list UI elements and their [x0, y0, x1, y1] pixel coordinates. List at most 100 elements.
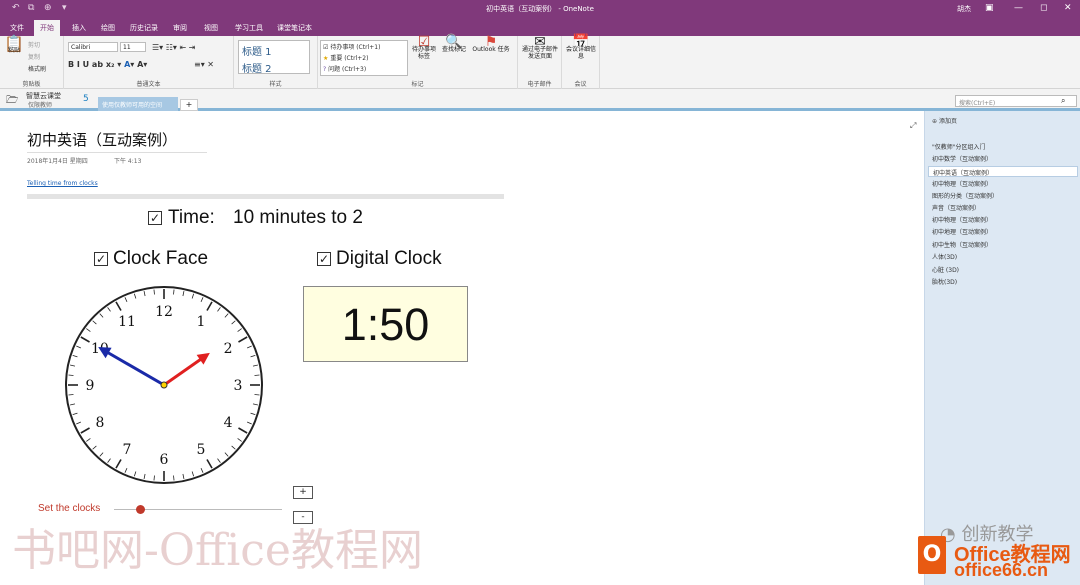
digital-clock: 1:50	[303, 286, 468, 362]
flag-icon: ⚑	[484, 34, 498, 50]
page-item[interactable]: 心脏 (3D)	[932, 265, 959, 274]
clock-number: 1	[197, 314, 206, 330]
notebook-sub: 仅限教师	[28, 102, 53, 109]
tab-file[interactable]: 文件	[10, 23, 24, 33]
clock-tick	[173, 475, 175, 481]
paste-label: 粘贴	[7, 47, 20, 54]
tags-list[interactable]: ☑ 待办事项 (Ctrl+1) ★ 重要 (Ctrl+2) ? 问题 (Ctrl…	[320, 40, 408, 76]
page-item[interactable]: 图形的分类（互动案例）	[932, 191, 998, 200]
clock-tick	[153, 475, 155, 481]
envelope-icon: ✉	[534, 34, 546, 50]
tab-insert[interactable]: 插入	[72, 23, 86, 33]
maximize-button[interactable]: ◻	[1040, 3, 1047, 13]
todo-tag-button[interactable]: ☑ 待办事项标签	[412, 34, 436, 60]
clock-number: 12	[155, 304, 173, 320]
page-item[interactable]: 声音（互动案例）	[932, 203, 980, 212]
plus-circle-icon: ⊕	[932, 118, 938, 125]
copy-button[interactable]: 复制	[28, 52, 40, 61]
style-heading1[interactable]: 标题 1	[239, 41, 309, 60]
styles-group: 标题 1 标题 2 样式	[234, 36, 318, 89]
email-group: ✉ 通过电子邮件发送页面 电子邮件	[518, 34, 562, 89]
notebook-bar: 🗁 智慧云课堂 仅限教师 5 使用仅教师可用的空间 + 搜索(Ctrl+E) ⌕	[0, 89, 1080, 111]
font-name-select[interactable]: Calibri	[68, 42, 118, 52]
email-page-button[interactable]: ✉ 通过电子邮件发送页面	[520, 34, 560, 60]
set-clocks-slider-thumb[interactable]	[136, 505, 145, 514]
paste-button[interactable]: 📋 粘贴	[4, 36, 24, 55]
clock-tick	[173, 289, 175, 295]
page-item[interactable]: 初中物理（互动案例）	[932, 179, 992, 188]
clock-face-checkbox[interactable]: ✓	[94, 252, 108, 266]
note-container-bar[interactable]	[27, 194, 504, 199]
styles-gallery[interactable]: 标题 1 标题 2	[238, 40, 310, 75]
format-painter-button[interactable]: 格式刷	[28, 64, 46, 73]
tag-important[interactable]: ★ 重要 (Ctrl+2)	[323, 53, 368, 62]
style-heading2[interactable]: 标题 2	[239, 60, 309, 75]
tab-class-notebook[interactable]: 课堂笔记本	[277, 23, 312, 33]
tab-review[interactable]: 审阅	[173, 23, 187, 33]
ribbon-display-icon[interactable]: ▣	[985, 3, 994, 13]
tab-view[interactable]: 视图	[204, 23, 218, 33]
clock-number: 8	[95, 415, 104, 431]
clock-tick	[68, 374, 74, 376]
text-format-buttons[interactable]: B I U ab x₂ ▾ A▾ A▾	[68, 60, 147, 69]
clock-number: 11	[118, 314, 136, 330]
page-item[interactable]: 初中地理（互动案例）	[932, 227, 992, 236]
page-item[interactable]: 初中数学（互动案例）	[932, 154, 992, 163]
page-time: 下午 4:13	[114, 158, 142, 165]
page-title[interactable]: 初中英语（互动案例）	[27, 129, 177, 150]
page-item[interactable]: 初中物理（互动案例）	[932, 215, 992, 224]
font-size-select[interactable]: 11	[120, 42, 146, 52]
clock-tick	[68, 394, 74, 396]
telling-time-link[interactable]: Telling time from clocks	[27, 180, 98, 187]
question-icon: ?	[323, 66, 327, 73]
cut-button[interactable]: 剪切	[28, 40, 40, 49]
section-tab[interactable]: 使用仅教师可用的空间	[98, 97, 178, 111]
digital-clock-checkbox[interactable]: ✓	[317, 252, 331, 266]
basic-text-group: Calibri 11 ☰▾ ☷▾ ⇤ ⇥ B I U ab x₂ ▾ A▾ A▾…	[64, 36, 234, 89]
outlook-tasks-button[interactable]: ⚑ Outlook 任务	[470, 34, 512, 53]
clock-number: 9	[86, 378, 95, 394]
watermark-text: 书吧网-Office教程网	[12, 525, 423, 576]
clock-face-label: Clock Face	[113, 248, 209, 269]
clipboard-group: 📋 粘贴 剪切 复制 格式刷 剪贴板	[0, 36, 64, 89]
find-tags-button[interactable]: 🔍 查找标记	[440, 35, 468, 53]
time-value: 10 minutes to 2	[233, 207, 363, 228]
tag-question[interactable]: ? 问题 (Ctrl+3)	[323, 64, 366, 73]
tab-learning-tools[interactable]: 学习工具	[235, 23, 263, 33]
tags-group: ☑ 待办事项 (Ctrl+1) ★ 重要 (Ctrl+2) ? 问题 (Ctrl…	[318, 34, 518, 89]
checkmark-icon: ☑	[417, 34, 431, 50]
clock-tick	[153, 289, 155, 295]
clock-tick	[254, 394, 260, 396]
meeting-label: 会议	[574, 81, 587, 88]
tag-todo[interactable]: ☑ 待办事项 (Ctrl+1)	[323, 42, 380, 51]
time-checkbox[interactable]: ✓	[148, 211, 162, 225]
page-item[interactable]: 初中生物（互动案例）	[932, 240, 992, 249]
tab-history[interactable]: 历史记录	[130, 23, 158, 33]
search-input[interactable]: 搜索(Ctrl+E)	[955, 95, 1077, 107]
tab-home[interactable]: 开始	[34, 20, 60, 36]
meeting-icon: 📅	[572, 34, 590, 50]
close-button[interactable]: ✕	[1064, 3, 1072, 13]
analog-clock[interactable]: 121234567891011	[64, 285, 264, 485]
page-list-pane: ⊕ 添加页 "仅教师"分区组入门 初中数学（互动案例） 初中英语（互动案例） 初…	[924, 111, 1080, 585]
add-section-button[interactable]: +	[180, 99, 198, 111]
meeting-details-button[interactable]: 📅 会议详细信息	[564, 34, 598, 60]
align-icon[interactable]: ≡▾ ✕	[194, 60, 214, 69]
page-item-selected[interactable]: 初中英语（互动案例）	[928, 166, 1078, 177]
brand-url: office66.cn	[954, 560, 1049, 580]
page-item[interactable]: "仅教师"分区组入门	[932, 142, 986, 151]
expand-icon[interactable]: ⤢	[910, 121, 916, 131]
page-item[interactable]: 胎枕(3D)	[932, 277, 957, 286]
clock-center	[160, 381, 168, 389]
bullets-icon[interactable]: ☰▾ ☷▾ ⇤ ⇥	[152, 43, 195, 52]
add-page-button[interactable]: ⊕ 添加页	[932, 116, 957, 125]
time-label: Time:	[168, 207, 215, 228]
tab-draw[interactable]: 绘图	[101, 23, 115, 33]
ribbon: 📋 粘贴 剪切 复制 格式刷 剪贴板 Calibri 11 ☰▾ ☷▾ ⇤ ⇥ …	[0, 34, 1080, 89]
minimize-button[interactable]: —	[1014, 3, 1023, 13]
clock-number: 2	[224, 341, 233, 357]
user-name[interactable]: 胡杰	[957, 4, 971, 14]
clock-number: 4	[224, 415, 233, 431]
page-item[interactable]: 人体(3D)	[932, 252, 957, 261]
plus-button[interactable]: +	[293, 486, 313, 499]
